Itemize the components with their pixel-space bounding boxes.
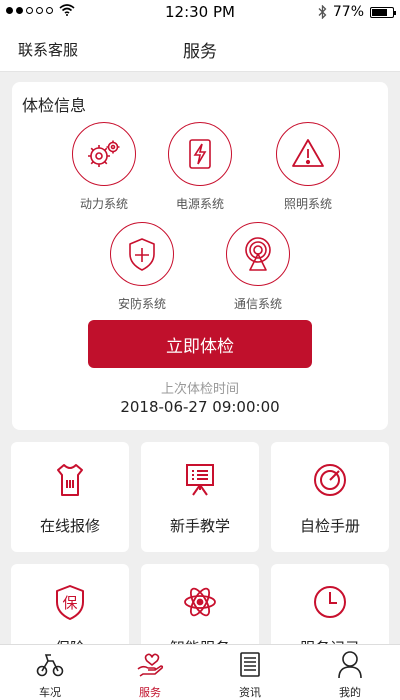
news-icon bbox=[200, 649, 300, 679]
tab-service[interactable]: 服务 bbox=[100, 645, 200, 700]
tab-label: 我的 bbox=[339, 686, 361, 699]
tab-vehicle-status[interactable]: 车况 bbox=[0, 645, 100, 700]
scooter-icon bbox=[0, 649, 100, 679]
svg-text:保: 保 bbox=[62, 594, 77, 612]
presentation-board-icon bbox=[141, 460, 259, 500]
system-power-supply[interactable]: 电源系统 bbox=[150, 122, 250, 212]
nav-bar: 联系客服 服务 bbox=[0, 24, 400, 72]
tile-label: 在线报修 bbox=[39, 517, 100, 535]
shield-plus-icon bbox=[110, 222, 174, 286]
warning-triangle-icon bbox=[276, 122, 340, 186]
tile-label: 自检手册 bbox=[299, 517, 360, 535]
insurance-shield-icon: 保 bbox=[11, 582, 129, 622]
atom-icon bbox=[141, 582, 259, 622]
clock-icon bbox=[271, 582, 389, 622]
checkup-card-title: 体检信息 bbox=[22, 96, 87, 115]
tab-label: 服务 bbox=[139, 686, 161, 699]
tab-news[interactable]: 资讯 bbox=[200, 645, 300, 700]
start-checkup-button[interactable]: 立即体检 bbox=[88, 320, 312, 368]
tab-profile[interactable]: 我的 bbox=[300, 645, 400, 700]
system-security[interactable]: 安防系统 bbox=[92, 222, 192, 312]
battery-percent: 77% bbox=[332, 4, 364, 20]
tab-bar: 车况 服务 资讯 我的 bbox=[0, 644, 400, 700]
signal-tower-icon bbox=[226, 222, 290, 286]
tab-label: 车况 bbox=[39, 686, 61, 699]
bluetooth-icon bbox=[318, 5, 327, 19]
tile-label: 新手教学 bbox=[169, 517, 230, 535]
system-label: 电源系统 bbox=[175, 197, 224, 211]
repair-shirt-icon bbox=[11, 460, 129, 500]
system-communication[interactable]: 通信系统 bbox=[208, 222, 308, 312]
checkup-card: 体检信息 动力系统 电源系统 照明系统 安防系统 通信系统 立即体检 上次体检时… bbox=[12, 82, 388, 430]
last-checkup-time: 2018-06-27 09:00:00 bbox=[120, 398, 280, 416]
system-label: 通信系统 bbox=[233, 297, 282, 311]
power-bolt-icon bbox=[168, 122, 232, 186]
person-icon bbox=[300, 649, 400, 679]
hand-heart-icon bbox=[100, 649, 200, 679]
system-label: 安防系统 bbox=[117, 297, 166, 311]
tile-self-check-manual[interactable]: 自检手册 bbox=[271, 442, 389, 552]
battery-icon bbox=[370, 6, 396, 18]
last-checkup-label: 上次体检时间 bbox=[160, 382, 239, 397]
tile-online-repair[interactable]: 在线报修 bbox=[11, 442, 129, 552]
contact-support-link[interactable]: 联系客服 bbox=[18, 39, 78, 60]
tab-label: 资讯 bbox=[239, 686, 261, 699]
tile-tutorial[interactable]: 新手教学 bbox=[141, 442, 259, 552]
system-label: 动力系统 bbox=[79, 197, 128, 211]
gears-icon bbox=[72, 122, 136, 186]
status-bar: 12:30 PM 77% bbox=[0, 0, 400, 24]
gauge-icon bbox=[271, 460, 389, 500]
system-power-train[interactable]: 动力系统 bbox=[54, 122, 154, 212]
system-label: 照明系统 bbox=[283, 197, 332, 211]
system-lighting[interactable]: 照明系统 bbox=[258, 122, 358, 212]
